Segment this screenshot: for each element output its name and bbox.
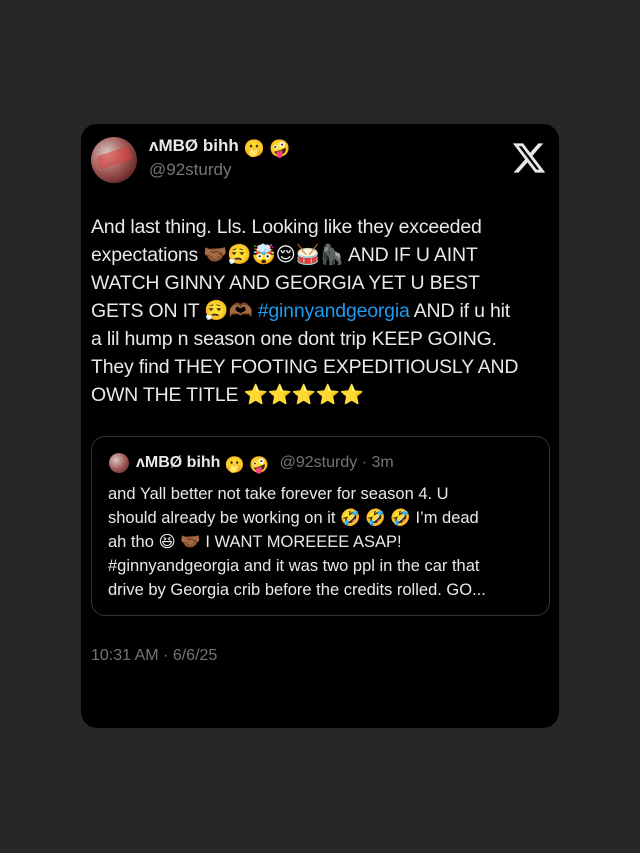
tweet-text-segment: GETS ON IT 😮‍💨🫶🏾 bbox=[91, 300, 258, 322]
quoted-text-line: and Yall better not take forever for sea… bbox=[108, 485, 449, 503]
tweet-text-line: a lil hump n season one dont trip KEEP G… bbox=[91, 328, 497, 350]
tweet-text: And last thing. Lls. Looking like they e… bbox=[91, 213, 553, 409]
tweet-text-line: OWN THE TITLE ⭐️⭐️⭐️⭐️⭐️ bbox=[91, 384, 364, 406]
x-logo-icon[interactable] bbox=[510, 140, 548, 176]
display-name[interactable]: ʌMBØ bihh 🫢 🤪 bbox=[149, 135, 291, 160]
timestamp[interactable]: 10:31 AM · 6/6/25 bbox=[91, 645, 217, 667]
quoted-text-line: ah tho 😆 🤝🏾 I WANT MOREEEE ASAP! bbox=[108, 533, 402, 551]
tweet-text-line: WATCH GINNY AND GEORGIA YET U BEST bbox=[91, 272, 480, 294]
hashtag-link[interactable]: #ginnyandgeorgia bbox=[258, 300, 410, 322]
quoted-text: and Yall better not take forever for sea… bbox=[108, 482, 538, 602]
tweet-text-line: And last thing. Lls. Looking like they e… bbox=[91, 216, 482, 238]
quoted-text-line: should already be working on it 🤣 🤣 🤣 I’… bbox=[108, 509, 479, 527]
quoted-handle-time: @92sturdy · 3m bbox=[279, 454, 394, 471]
tweet-text-line: GETS ON IT 😮‍💨🫶🏾 #ginnyandgeorgia AND if… bbox=[91, 297, 553, 325]
user-handle[interactable]: @92sturdy bbox=[149, 159, 231, 181]
tweet-text-line: expectations 🤝🏾😮‍💨🤯😌🥁🦍 AND IF U AINT bbox=[91, 244, 478, 266]
avatar[interactable] bbox=[91, 137, 137, 183]
tweet-text-line: They find THEY FOOTING EXPEDITIOUSLY AND bbox=[91, 356, 519, 378]
quoted-display-name[interactable]: ʌMBØ bihh bbox=[136, 454, 220, 471]
name-emojis: 🫢 🤪 bbox=[243, 139, 291, 158]
quoted-header: ʌMBØ bihh 🫢 🤪 @92sturdy · 3m bbox=[136, 452, 394, 477]
quoted-name-emojis: 🫢 🤪 bbox=[224, 457, 270, 474]
tweet-text-segment: AND if u hit bbox=[409, 300, 510, 322]
tweet-card[interactable]: ʌMBØ bihh 🫢 🤪 @92sturdy And last thing. … bbox=[81, 124, 559, 728]
quoted-tweet[interactable]: ʌMBØ bihh 🫢 🤪 @92sturdy · 3m and Yall be… bbox=[91, 436, 550, 616]
quoted-text-line: #ginnyandgeorgia and it was two ppl in t… bbox=[108, 557, 480, 575]
quoted-text-line: drive by Georgia crib before the credits… bbox=[108, 581, 486, 599]
quoted-avatar[interactable] bbox=[109, 453, 129, 473]
display-name-text: ʌMBØ bihh bbox=[149, 136, 239, 155]
